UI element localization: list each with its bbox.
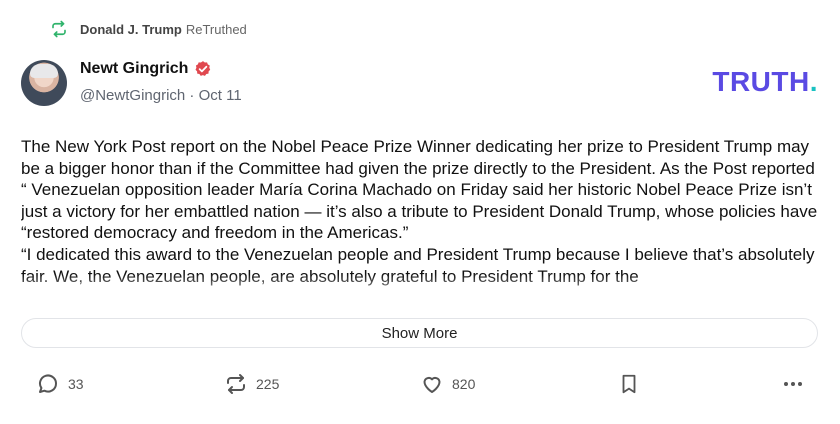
logo-dot: . <box>809 66 818 97</box>
more-icon <box>784 382 802 386</box>
avatar[interactable] <box>21 60 67 106</box>
author-name[interactable]: Newt Gingrich <box>80 60 188 78</box>
retruth-count: 225 <box>256 376 280 392</box>
action-bar: 33 225 820 <box>0 370 840 398</box>
text-fade <box>21 274 821 304</box>
verified-icon <box>195 61 211 76</box>
retruth-icon <box>52 20 66 38</box>
author-name-row: Newt Gingrich <box>80 60 212 78</box>
reply-button[interactable]: 33 <box>36 370 84 398</box>
logo-text: TRUTH <box>712 66 810 97</box>
show-more-button[interactable]: Show More <box>21 318 818 348</box>
retruth-header: Donald J. Trump ReTruthed <box>50 18 247 40</box>
heart-icon <box>423 376 441 393</box>
author-handle-date: @NewtGingrich · Oct 11 <box>80 87 242 104</box>
retruth-button[interactable]: 225 <box>224 370 279 398</box>
bookmark-button[interactable] <box>618 370 648 398</box>
like-button[interactable]: 820 <box>420 370 475 398</box>
post-paragraph: The New York Post report on the Nobel Pe… <box>21 137 818 243</box>
post-body: The New York Post report on the Nobel Pe… <box>21 136 821 304</box>
truth-logo[interactable]: TRUTH. <box>712 66 818 98</box>
reply-icon <box>39 374 58 393</box>
retruth-author[interactable]: Donald J. Trump <box>80 22 182 37</box>
more-options-button[interactable] <box>781 370 813 398</box>
reply-count: 33 <box>68 376 84 392</box>
like-count: 820 <box>452 376 476 392</box>
retruth-icon <box>227 374 245 394</box>
bookmark-icon <box>622 374 636 394</box>
retruth-label: ReTruthed <box>185 21 247 37</box>
